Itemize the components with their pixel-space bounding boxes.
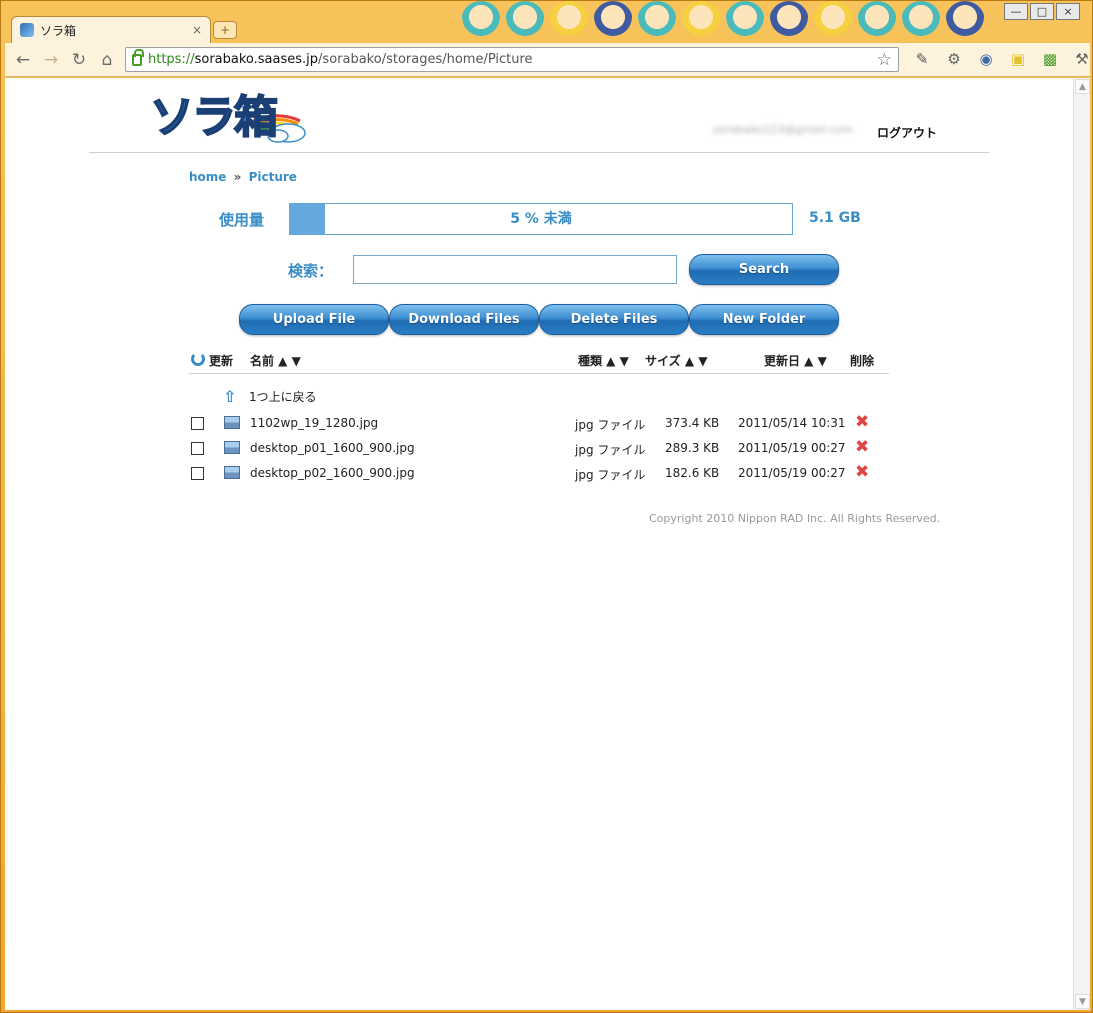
- lock-icon: [132, 48, 144, 66]
- extensions-area: ✎ ⚙ ◉ ▣ ▩ ⚒: [911, 48, 1093, 70]
- header-divider: [89, 152, 989, 153]
- copyright: Copyright 2010 Nippon RAD Inc. All Right…: [649, 512, 941, 525]
- scroll-down-icon[interactable]: ▼: [1075, 994, 1090, 1009]
- refresh-label[interactable]: 更新: [209, 352, 233, 369]
- user-email: sorabako123@gmail.com: [713, 123, 853, 136]
- row-checkbox[interactable]: [191, 467, 204, 480]
- sort-date[interactable]: 更新日 ▲ ▼: [764, 352, 827, 369]
- table-row: 1102wp_19_1280.jpg jpg ファイル 373.4 KB 201…: [189, 413, 889, 435]
- table-row: desktop_p02_1600_900.jpg jpg ファイル 182.6 …: [189, 463, 889, 485]
- back-icon[interactable]: ←: [11, 48, 35, 72]
- camera-icon[interactable]: ◉: [975, 48, 997, 70]
- address-bar[interactable]: https://sorabako.saases.jp/sorabako/stor…: [125, 47, 899, 72]
- browser-window: ソラ箱 × + — □ × ← → ↻ ⌂ https://sorabako.s…: [0, 0, 1093, 1013]
- gear-icon[interactable]: ⚙: [943, 48, 965, 70]
- browser-tab[interactable]: ソラ箱 ×: [11, 16, 211, 43]
- maximize-button[interactable]: □: [1030, 3, 1054, 20]
- new-tab-button[interactable]: +: [213, 21, 237, 39]
- url-text[interactable]: https://sorabako.saases.jp/sorabako/stor…: [148, 52, 871, 67]
- file-type: jpg ファイル: [575, 418, 646, 432]
- file-type: jpg ファイル: [575, 468, 646, 482]
- browser-toolbar: ← → ↻ ⌂ https://sorabako.saases.jp/sorab…: [5, 43, 1090, 77]
- file-table-header: 更新 名前 ▲ ▼ 種類 ▲ ▼ サイズ ▲ ▼ 更新日 ▲ ▼ 削除: [189, 348, 889, 374]
- new-folder-button[interactable]: New Folder: [689, 304, 839, 335]
- file-name[interactable]: 1102wp_19_1280.jpg: [250, 416, 378, 430]
- logout-link[interactable]: ログアウト: [877, 124, 937, 141]
- close-window-button[interactable]: ×: [1056, 3, 1080, 20]
- breadcrumb: home » Picture: [189, 170, 297, 184]
- sort-type[interactable]: 種類 ▲ ▼: [578, 352, 629, 369]
- file-type: jpg ファイル: [575, 443, 646, 457]
- file-date: 2011/05/14 10:31: [738, 416, 846, 430]
- parent-folder-link[interactable]: ⇧ 1つ上に戻る: [223, 388, 317, 405]
- file-date: 2011/05/19 00:27: [738, 441, 846, 455]
- table-row: desktop_p01_1600_900.jpg jpg ファイル 289.3 …: [189, 438, 889, 460]
- search-label: 検索：: [288, 262, 334, 280]
- file-size: 289.3 KB: [665, 441, 720, 455]
- usage-bar: 5 % 未満: [289, 203, 793, 235]
- parent-folder-label[interactable]: 1つ上に戻る: [249, 388, 317, 405]
- breadcrumb-current[interactable]: Picture: [249, 170, 297, 184]
- delete-column-header: 削除: [850, 354, 875, 368]
- image-file-icon: [224, 441, 240, 454]
- tab-title: ソラ箱: [40, 23, 77, 38]
- vertical-scrollbar[interactable]: ▲ ▼: [1073, 78, 1090, 1010]
- image-file-icon: [224, 416, 240, 429]
- favicon-icon: [20, 23, 34, 37]
- page-content: ソラ箱 sorabako123@gmail.com ログアウト home » P…: [5, 78, 1073, 1010]
- search-input[interactable]: [353, 255, 677, 284]
- download-files-button[interactable]: Download Files: [389, 304, 539, 335]
- usage-text: 5 % 未満: [510, 211, 572, 227]
- file-size: 373.4 KB: [665, 416, 720, 430]
- minimize-button[interactable]: —: [1004, 3, 1028, 20]
- bookmark-star-icon[interactable]: ☆: [877, 50, 892, 70]
- delete-icon[interactable]: ✖: [855, 438, 869, 456]
- sorabako-logo[interactable]: ソラ箱: [149, 81, 310, 145]
- forward-icon[interactable]: →: [39, 48, 63, 72]
- wrench-icon[interactable]: ⚒: [1071, 48, 1093, 70]
- file-date: 2011/05/19 00:27: [738, 466, 846, 480]
- breadcrumb-separator: »: [233, 170, 242, 184]
- home-icon[interactable]: ⌂: [95, 48, 119, 72]
- file-size: 182.6 KB: [665, 466, 720, 480]
- row-checkbox[interactable]: [191, 442, 204, 455]
- file-name[interactable]: desktop_p02_1600_900.jpg: [250, 466, 415, 480]
- scroll-up-icon[interactable]: ▲: [1075, 79, 1090, 94]
- page-viewport: ソラ箱 sorabako123@gmail.com ログアウト home » P…: [5, 78, 1090, 1010]
- delete-icon[interactable]: ✖: [855, 463, 869, 481]
- logo-text: ソラ箱: [149, 91, 279, 144]
- reload-icon[interactable]: ↻: [67, 48, 91, 72]
- file-name[interactable]: desktop_p01_1600_900.jpg: [250, 441, 415, 455]
- eyedropper-icon[interactable]: ✎: [911, 48, 933, 70]
- search-button[interactable]: Search: [689, 254, 839, 285]
- sort-name[interactable]: 名前 ▲ ▼: [250, 352, 301, 369]
- evernote-icon[interactable]: ▩: [1039, 48, 1061, 70]
- sort-size[interactable]: サイズ ▲ ▼: [645, 352, 707, 369]
- row-checkbox[interactable]: [191, 417, 204, 430]
- delete-files-button[interactable]: Delete Files: [539, 304, 689, 335]
- upload-file-button[interactable]: Upload File: [239, 304, 389, 335]
- breadcrumb-home[interactable]: home: [189, 170, 226, 184]
- delete-icon[interactable]: ✖: [855, 413, 869, 431]
- image-file-icon: [224, 466, 240, 479]
- theme-decoration: [461, 1, 991, 41]
- title-bar: ソラ箱 × + — □ ×: [1, 1, 1093, 43]
- note-icon[interactable]: ▣: [1007, 48, 1029, 70]
- usage-label: 使用量: [219, 211, 265, 229]
- tab-close-icon[interactable]: ×: [192, 23, 202, 37]
- usage-total: 5.1 GB: [809, 210, 861, 226]
- refresh-icon[interactable]: [191, 352, 205, 366]
- up-arrow-icon: ⇧: [223, 386, 237, 406]
